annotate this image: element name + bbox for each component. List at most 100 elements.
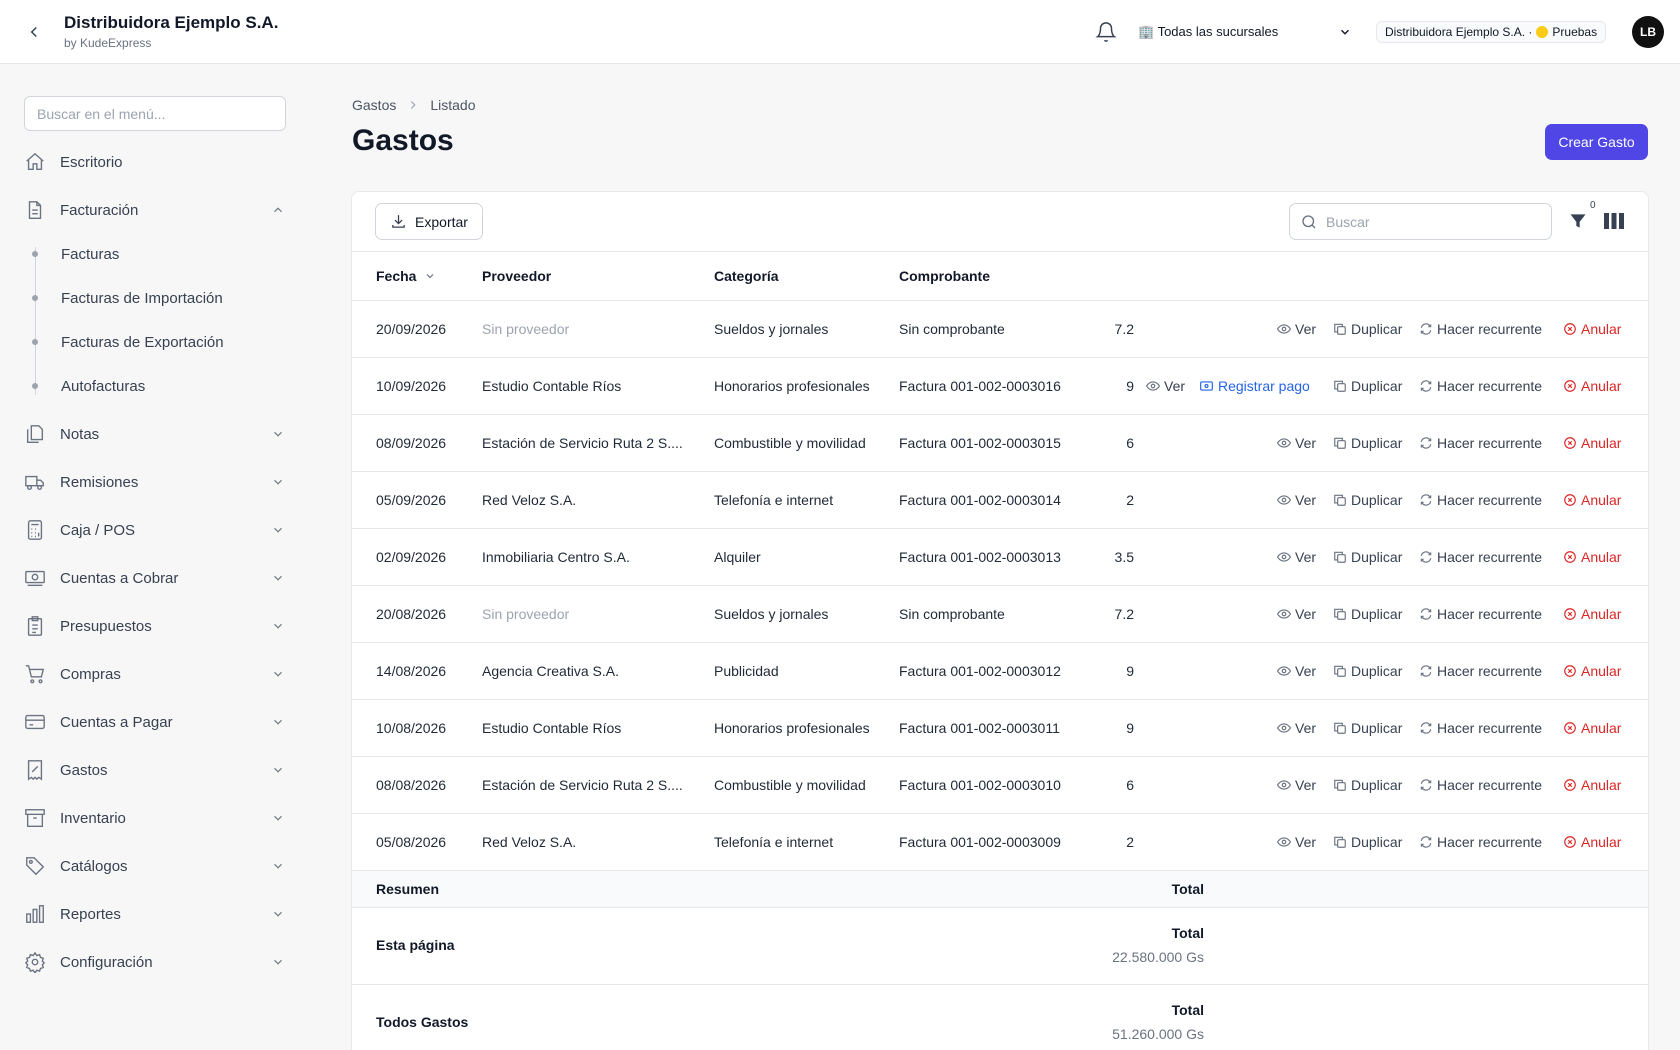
- table-search[interactable]: [1289, 203, 1552, 240]
- duplicate-button[interactable]: Duplicar: [1333, 378, 1402, 394]
- sidebar-item-gastos[interactable]: Gastos: [24, 752, 286, 788]
- void-button[interactable]: Anular: [1563, 606, 1621, 622]
- sidebar-item-reportes[interactable]: Reportes: [24, 896, 286, 932]
- make-recurring-button[interactable]: Hacer recurrente: [1419, 777, 1542, 793]
- make-recurring-label: Hacer recurrente: [1437, 378, 1543, 394]
- sidebar-item-catalogos[interactable]: Catálogos: [24, 848, 286, 884]
- table-row[interactable]: 14/08/2026 Agencia Creativa S.A. Publicida…: [352, 643, 1648, 700]
- column-fecha[interactable]: Fecha: [376, 268, 436, 284]
- make-recurring-button[interactable]: Hacer recurrente: [1419, 720, 1542, 736]
- make-recurring-button[interactable]: Hacer recurrente: [1419, 378, 1542, 394]
- duplicate-button[interactable]: Duplicar: [1333, 435, 1402, 451]
- table-row[interactable]: 02/09/2026 Inmobiliaria Centro S.A. Alquil…: [352, 529, 1648, 586]
- sidebar-item-caja-pos[interactable]: Caja / POS: [24, 512, 286, 548]
- table-row[interactable]: 20/09/2026 Sin proveedor Sueldos y jornale…: [352, 301, 1648, 358]
- void-button[interactable]: Anular: [1563, 492, 1621, 508]
- view-button[interactable]: Ver: [1277, 492, 1316, 508]
- cash-icon: [24, 567, 46, 589]
- sidebar-item-configuracion[interactable]: Configuración: [24, 944, 286, 980]
- sidebar-subitem-facturas-importacion[interactable]: Facturas de Importación: [30, 283, 280, 313]
- make-recurring-button[interactable]: Hacer recurrente: [1419, 606, 1542, 622]
- create-expense-button[interactable]: Crear Gasto: [1545, 124, 1648, 160]
- make-recurring-button[interactable]: Hacer recurrente: [1419, 435, 1542, 451]
- view-button[interactable]: Ver: [1277, 834, 1316, 850]
- view-button[interactable]: Ver: [1277, 777, 1316, 793]
- sidebar-item-compras[interactable]: Compras: [24, 656, 286, 692]
- void-button[interactable]: Anular: [1563, 378, 1621, 394]
- column-comprobante: Comprobante: [899, 268, 990, 284]
- breadcrumb-parent[interactable]: Gastos: [352, 97, 396, 113]
- avatar[interactable]: LB: [1632, 16, 1664, 48]
- table-row[interactable]: 05/08/2026 Red Veloz S.A. Telefonía e inte…: [352, 814, 1648, 871]
- table-row[interactable]: 10/09/2026 Estudio Contable Ríos Honorario…: [352, 358, 1648, 415]
- view-button[interactable]: Ver: [1277, 720, 1316, 736]
- duplicate-button[interactable]: Duplicar: [1333, 720, 1402, 736]
- eye-icon: [1146, 381, 1160, 391]
- void-label: Anular: [1581, 435, 1622, 451]
- back-button[interactable]: [22, 20, 46, 44]
- duplicate-button[interactable]: Duplicar: [1333, 777, 1402, 793]
- duplicate-button[interactable]: Duplicar: [1333, 834, 1402, 850]
- void-button[interactable]: Anular: [1563, 321, 1621, 337]
- duplicate-button[interactable]: Duplicar: [1333, 549, 1402, 565]
- sidebar-item-escritorio[interactable]: Escritorio: [24, 144, 286, 180]
- view-button[interactable]: Ver: [1277, 663, 1316, 679]
- sidebar-subitem-facturas[interactable]: Facturas: [30, 239, 280, 269]
- void-button[interactable]: Anular: [1563, 777, 1621, 793]
- sidebar-item-facturacion[interactable]: Facturación: [24, 192, 286, 228]
- view-button[interactable]: Ver: [1146, 378, 1185, 394]
- view-button[interactable]: Ver: [1277, 321, 1316, 337]
- company-environment-badge[interactable]: Distribuidora Ejemplo S.A. · Pruebas: [1376, 21, 1607, 43]
- table-row[interactable]: 08/08/2026 Estación de Servicio Ruta 2 S.…: [352, 757, 1648, 814]
- columns-button[interactable]: [1604, 212, 1624, 230]
- make-recurring-button[interactable]: Hacer recurrente: [1419, 834, 1542, 850]
- duplicate-button[interactable]: Duplicar: [1333, 492, 1402, 508]
- make-recurring-button[interactable]: Hacer recurrente: [1419, 549, 1542, 565]
- search-input[interactable]: [1326, 213, 1526, 230]
- table-row[interactable]: 20/08/2026 Sin proveedor Sueldos y jornale…: [352, 586, 1648, 643]
- menu-search-input[interactable]: [24, 96, 286, 131]
- make-recurring-label: Hacer recurrente: [1437, 492, 1543, 508]
- make-recurring-button[interactable]: Hacer recurrente: [1419, 492, 1542, 508]
- table-row[interactable]: 08/09/2026 Estación de Servicio Ruta 2 S.…: [352, 415, 1648, 472]
- sidebar-subitem-facturas-exportacion[interactable]: Facturas de Exportación: [30, 327, 280, 357]
- make-recurring-button[interactable]: Hacer recurrente: [1419, 663, 1542, 679]
- notifications-button[interactable]: [1095, 21, 1117, 43]
- duplicate-button[interactable]: Duplicar: [1333, 321, 1402, 337]
- x-circle-icon: [1564, 836, 1576, 848]
- make-recurring-button[interactable]: Hacer recurrente: [1419, 321, 1542, 337]
- duplicate-button[interactable]: Duplicar: [1333, 663, 1402, 679]
- sidebar-item-notas[interactable]: Notas: [24, 416, 286, 452]
- filter-button[interactable]: [1568, 211, 1588, 231]
- sidebar-item-presupuestos[interactable]: Presupuestos: [24, 608, 286, 644]
- refresh-icon: [1420, 722, 1432, 734]
- sidebar-item-label: Compras: [60, 665, 121, 683]
- cell-monto: 9: [1126, 720, 1134, 736]
- view-button[interactable]: Ver: [1277, 606, 1316, 622]
- copy-icon: [24, 423, 46, 445]
- void-button[interactable]: Anular: [1563, 549, 1621, 565]
- duplicate-button[interactable]: Duplicar: [1333, 606, 1402, 622]
- void-button[interactable]: Anular: [1563, 834, 1621, 850]
- register-payment-button[interactable]: Registrar pago: [1199, 378, 1310, 394]
- sidebar-item-cuentas-cobrar[interactable]: Cuentas a Cobrar: [24, 560, 286, 596]
- brand-byline: by KudeExpress: [64, 36, 152, 50]
- sidebar-subitem-autofacturas[interactable]: Autofacturas: [30, 371, 280, 401]
- table-row[interactable]: 05/09/2026 Red Veloz S.A. Telefonía e inte…: [352, 472, 1648, 529]
- sidebar-item-inventario[interactable]: Inventario: [24, 800, 286, 836]
- sidebar-item-remisiones[interactable]: Remisiones: [24, 464, 286, 500]
- view-button[interactable]: Ver: [1277, 549, 1316, 565]
- sidebar-item-cuentas-pagar[interactable]: Cuentas a Pagar: [24, 704, 286, 740]
- branch-select[interactable]: 🏢 Todas las sucursales: [1138, 20, 1352, 44]
- void-button[interactable]: Anular: [1563, 663, 1621, 679]
- export-button[interactable]: Exportar: [375, 203, 483, 240]
- view-button[interactable]: Ver: [1277, 435, 1316, 451]
- make-recurring-label: Hacer recurrente: [1437, 777, 1543, 793]
- void-button[interactable]: Anular: [1563, 720, 1621, 736]
- void-button[interactable]: Anular: [1563, 435, 1621, 451]
- sidebar-item-label: Presupuestos: [60, 617, 152, 635]
- truck-icon: [24, 471, 46, 493]
- refresh-icon: [1420, 323, 1432, 335]
- x-circle-icon: [1564, 323, 1576, 335]
- table-row[interactable]: 10/08/2026 Estudio Contable Ríos Honorario…: [352, 700, 1648, 757]
